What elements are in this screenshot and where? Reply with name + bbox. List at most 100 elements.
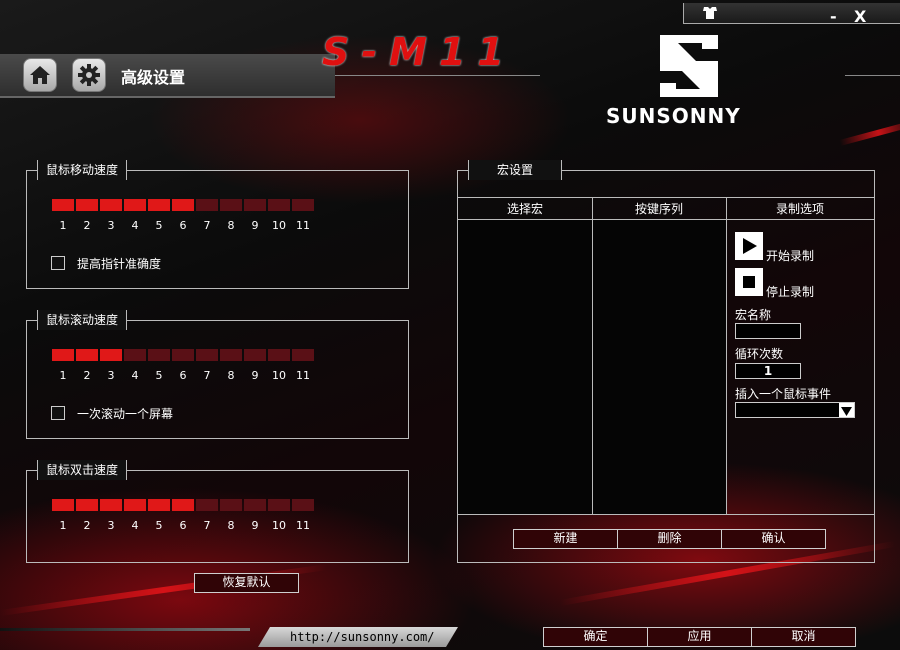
page-title: 高级设置 — [121, 68, 186, 87]
speed-segment[interactable] — [76, 499, 98, 511]
speed-segment[interactable] — [196, 499, 218, 511]
tick-label: 1 — [59, 519, 67, 532]
tick-label: 6 — [179, 369, 187, 382]
speed-segment[interactable] — [52, 499, 74, 511]
mouse-speed-slider[interactable] — [52, 199, 314, 211]
speed-segment[interactable] — [196, 199, 218, 211]
speed-segment[interactable] — [172, 349, 194, 361]
scroll-one-screen-checkbox[interactable] — [51, 406, 65, 420]
speed-segment[interactable] — [220, 199, 242, 211]
close-button[interactable]: X — [854, 7, 866, 26]
tick-label: 2 — [83, 519, 91, 532]
start-record-button[interactable] — [735, 232, 763, 260]
double-click-speed-title: 鼠标双击速度 — [37, 460, 128, 480]
double-click-speed-ticks: 1 2 3 4 5 6 7 8 9 10 11 — [52, 519, 314, 532]
mouse-speed-ticks: 1 2 3 4 5 6 7 8 9 10 11 — [52, 219, 314, 232]
speed-segment[interactable] — [76, 199, 98, 211]
speed-segment[interactable] — [220, 349, 242, 361]
tick-label: 10 — [272, 369, 286, 382]
macro-list[interactable] — [458, 220, 592, 514]
macro-name-input[interactable] — [735, 323, 801, 339]
sunsonny-logo — [660, 35, 718, 97]
speed-segment[interactable] — [76, 349, 98, 361]
speed-segment[interactable] — [172, 199, 194, 211]
speed-segment[interactable] — [124, 499, 146, 511]
speed-segment[interactable] — [292, 349, 314, 361]
speed-segment[interactable] — [148, 199, 170, 211]
tick-label: 11 — [296, 519, 310, 532]
speed-segment[interactable] — [244, 349, 266, 361]
home-button[interactable] — [23, 58, 57, 92]
macro-name-label: 宏名称 — [735, 308, 772, 322]
apply-button[interactable]: 应用 — [647, 627, 752, 647]
stop-record-button[interactable] — [735, 268, 763, 296]
settings-button[interactable] — [72, 58, 106, 92]
play-icon — [743, 238, 757, 254]
column-header-record-options: 录制选项 — [726, 198, 874, 220]
website-link[interactable]: http://sunsonny.com/ — [290, 630, 435, 644]
loop-count-input[interactable]: 1 — [735, 363, 801, 379]
pointer-precision-label: 提高指针准确度 — [77, 257, 162, 271]
tick-label: 5 — [155, 369, 163, 382]
tick-label: 8 — [227, 519, 235, 532]
speed-segment[interactable] — [292, 499, 314, 511]
loop-count-label: 循环次数 — [735, 347, 784, 361]
new-macro-button[interactable]: 新建 — [513, 529, 618, 549]
column-header-select-macro: 选择宏 — [458, 198, 592, 220]
tick-label: 4 — [131, 519, 139, 532]
ok-button[interactable]: 确定 — [543, 627, 648, 647]
tick-label: 7 — [203, 219, 211, 232]
window-control-bar: - X — [683, 3, 900, 26]
column-divider — [726, 198, 727, 514]
speed-segment[interactable] — [292, 199, 314, 211]
scroll-one-screen-label: 一次滚动一个屏幕 — [77, 407, 174, 421]
scroll-speed-ticks: 1 2 3 4 5 6 7 8 9 10 11 — [52, 369, 314, 382]
mouse-speed-title: 鼠标移动速度 — [37, 160, 128, 180]
tick-label: 2 — [83, 369, 91, 382]
speed-segment[interactable] — [124, 349, 146, 361]
speed-segment[interactable] — [52, 199, 74, 211]
tick-label: 9 — [251, 519, 259, 532]
tick-label: 4 — [131, 219, 139, 232]
speed-segment[interactable] — [124, 199, 146, 211]
tshirt-icon[interactable] — [702, 6, 718, 20]
pointer-precision-checkbox[interactable] — [51, 256, 65, 270]
speed-segment[interactable] — [196, 349, 218, 361]
brand-logo-text: SUNSONNY — [606, 104, 741, 128]
confirm-macro-button[interactable]: 确认 — [721, 529, 826, 549]
key-sequence-list[interactable] — [593, 220, 726, 514]
tick-label: 6 — [179, 519, 187, 532]
tick-label: 9 — [251, 219, 259, 232]
speed-segment[interactable] — [268, 349, 290, 361]
insert-mouse-event-select[interactable] — [735, 402, 855, 418]
restore-default-button[interactable]: 恢复默认 — [194, 573, 299, 593]
minimize-button[interactable]: - — [830, 7, 837, 26]
tick-label: 4 — [131, 369, 139, 382]
speed-segment[interactable] — [268, 499, 290, 511]
footer-divider — [0, 628, 250, 631]
speed-segment[interactable] — [172, 499, 194, 511]
scroll-speed-slider[interactable] — [52, 349, 314, 361]
delete-macro-button[interactable]: 删除 — [617, 529, 722, 549]
speed-segment[interactable] — [52, 349, 74, 361]
speed-segment[interactable] — [268, 199, 290, 211]
tick-label: 1 — [59, 219, 67, 232]
double-click-speed-slider[interactable] — [52, 499, 314, 511]
speed-segment[interactable] — [148, 499, 170, 511]
chevron-down-icon — [839, 403, 854, 417]
speed-segment[interactable] — [220, 499, 242, 511]
tick-label: 8 — [227, 219, 235, 232]
speed-segment[interactable] — [100, 199, 122, 211]
macro-settings-group: 宏设置 选择宏 按键序列 录制选项 开始录制 停止录制 宏名称 循环次数 1 插… — [457, 160, 875, 563]
speed-segment[interactable] — [148, 349, 170, 361]
tick-label: 8 — [227, 369, 235, 382]
tick-label: 9 — [251, 369, 259, 382]
cancel-button[interactable]: 取消 — [751, 627, 856, 647]
speed-segment[interactable] — [100, 499, 122, 511]
speed-segment[interactable] — [244, 499, 266, 511]
column-header-key-sequence: 按键序列 — [592, 198, 726, 220]
product-model-title: S-M11 — [322, 30, 516, 74]
tick-label: 10 — [272, 219, 286, 232]
speed-segment[interactable] — [244, 199, 266, 211]
speed-segment[interactable] — [100, 349, 122, 361]
